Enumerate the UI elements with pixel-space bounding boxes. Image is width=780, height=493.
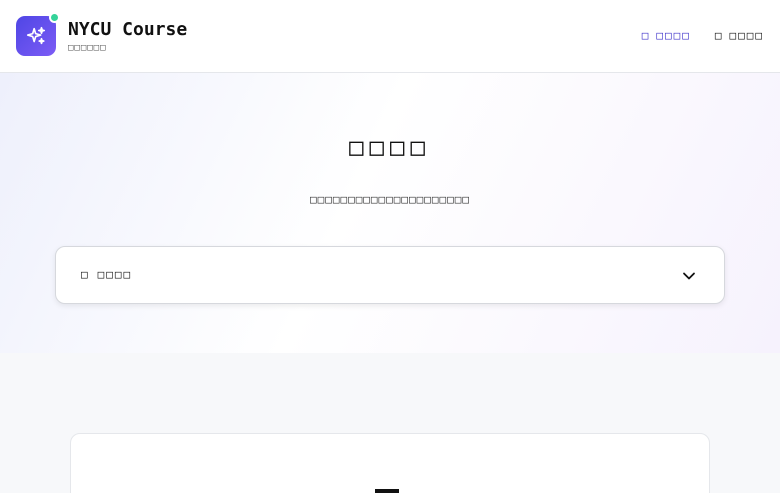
main-nav: □ □□□□ □ □□□□ bbox=[642, 29, 764, 42]
chevron-down-icon bbox=[683, 272, 695, 280]
nav-item-2[interactable]: □ □□□□ bbox=[715, 29, 764, 42]
brand-title: NYCU Course bbox=[68, 19, 188, 40]
brand-subtitle: □□□□□□ bbox=[68, 43, 107, 53]
nav-icon: □ bbox=[641, 29, 651, 42]
select-value-label: □□□□ bbox=[97, 268, 133, 281]
select-value: □ □□□□ bbox=[81, 268, 132, 281]
sparkles-icon bbox=[26, 26, 46, 45]
hero-section: □□□□ □□□□□□□□□□□□□□□□□□□□□ □ □□□□ bbox=[0, 73, 780, 353]
page-title: □□□□ bbox=[349, 133, 431, 161]
status-dot bbox=[49, 12, 60, 23]
select-icon: □ bbox=[81, 268, 90, 281]
card-heading-fragment bbox=[375, 489, 399, 493]
nav-item-label: □□□□ bbox=[729, 29, 764, 42]
nav-item-label: □□□□ bbox=[656, 29, 691, 42]
nav-item-1[interactable]: □ □□□□ bbox=[642, 29, 691, 42]
content-card bbox=[70, 433, 710, 493]
page-subtitle: □□□□□□□□□□□□□□□□□□□□□ bbox=[309, 193, 471, 206]
nav-icon: □ bbox=[714, 29, 724, 42]
app-logo[interactable] bbox=[16, 16, 56, 56]
top-header: NYCU Course □□□□□□ □ □□□□ □ □□□□ bbox=[0, 0, 780, 73]
course-select-dropdown[interactable]: □ □□□□ bbox=[55, 246, 725, 304]
